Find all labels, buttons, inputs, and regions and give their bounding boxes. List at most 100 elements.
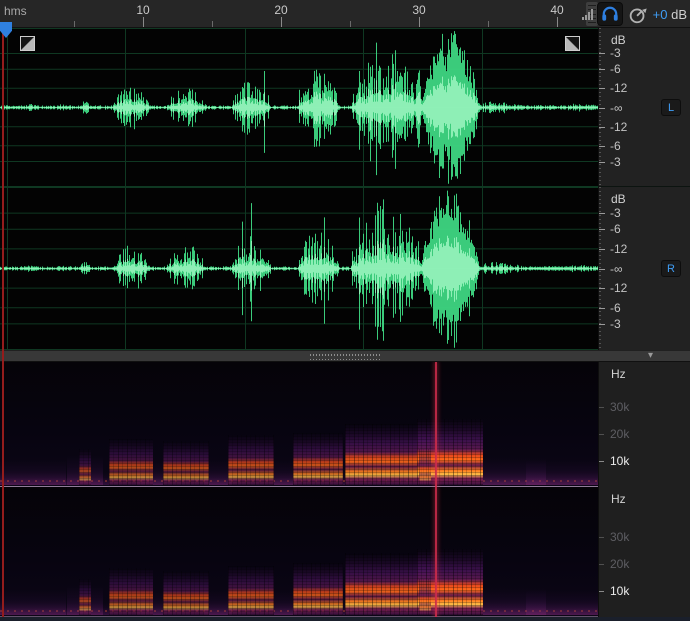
db-scale-tick bbox=[599, 324, 605, 325]
ruler-minor-tick bbox=[74, 21, 75, 27]
hz-scale-tick bbox=[599, 537, 604, 538]
spectrogram-noise-column bbox=[0, 590, 66, 615]
ruler-minor-tick bbox=[488, 21, 489, 27]
spectrogram-burst-column bbox=[109, 439, 153, 485]
hz-scale-label: 10k bbox=[610, 584, 629, 598]
spectrogram-noise-column bbox=[526, 460, 598, 485]
spectrogram-burst-column bbox=[163, 571, 209, 615]
hz-scale-label: 10k bbox=[610, 454, 629, 468]
db-scale-unit: dB bbox=[611, 33, 626, 47]
fade-in-handle[interactable] bbox=[20, 36, 35, 51]
db-scale-label: -∞ bbox=[610, 262, 623, 276]
channel-badge-right[interactable]: R bbox=[661, 260, 681, 277]
db-scale-label: -3 bbox=[610, 155, 621, 169]
spectrogram-display-left[interactable] bbox=[0, 362, 598, 487]
hz-scale-label: 20k bbox=[610, 557, 629, 571]
db-scale-tick bbox=[599, 249, 605, 250]
db-scale-tick bbox=[599, 288, 605, 289]
spectrogram-noise-column bbox=[526, 590, 598, 615]
db-scale-right: dB -3-6-12-∞-12-6-3 R bbox=[598, 187, 690, 350]
db-scale-label: -∞ bbox=[610, 101, 623, 115]
spectrogram-display-right[interactable] bbox=[0, 487, 598, 617]
spectrogram-burst-column bbox=[109, 568, 153, 615]
db-scale-label: -6 bbox=[610, 222, 621, 236]
headphones-monitor-button[interactable] bbox=[597, 2, 623, 26]
ruler-tick-label: 40 bbox=[543, 3, 571, 17]
level-meter-icon bbox=[582, 8, 593, 20]
spectrogram-burst-column bbox=[228, 566, 274, 615]
playhead-line bbox=[2, 28, 4, 617]
spectrogram-panel-left: Hz 30k 20k 10k bbox=[0, 362, 690, 487]
timeline-ruler[interactable]: hms 10203040 +0 dB bbox=[0, 0, 690, 28]
spectrogram-burst-column bbox=[79, 579, 91, 615]
spectrogram-section: Hz 30k 20k 10k Hz 30k 20k 10k bbox=[0, 362, 690, 617]
spectrogram-burst-column bbox=[163, 441, 209, 485]
gain-value: +0 bbox=[653, 7, 668, 22]
hz-scale-unit: Hz bbox=[611, 367, 626, 381]
ruler-major-tick bbox=[281, 17, 282, 27]
spectrogram-burst-column bbox=[79, 449, 91, 485]
waveform-display-left[interactable] bbox=[0, 28, 598, 186]
db-scale-label: -12 bbox=[610, 281, 627, 295]
spectrogram-marker-line bbox=[435, 487, 437, 617]
hz-scale-label: 30k bbox=[610, 530, 629, 544]
ruler-tick-label: 20 bbox=[267, 3, 295, 17]
ruler-major-tick bbox=[557, 17, 558, 27]
hz-scale-tick bbox=[599, 564, 604, 565]
hz-scale-tick bbox=[599, 407, 604, 408]
db-scale-label: -6 bbox=[610, 62, 621, 76]
ruler-major-tick bbox=[419, 17, 420, 27]
gain-readout[interactable]: +0 dB bbox=[653, 7, 687, 22]
db-scale-tick bbox=[599, 127, 605, 128]
db-scale-tick bbox=[599, 69, 605, 70]
headphones-icon bbox=[599, 4, 621, 24]
waveform-display-right[interactable] bbox=[0, 187, 598, 350]
ruler-minor-tick bbox=[350, 21, 351, 27]
channel-left: dB -3 -6 -12 -∞ -12 -6 -3 L bbox=[0, 28, 690, 187]
db-scale-label: -12 bbox=[610, 242, 627, 256]
monitor-controls: +0 dB bbox=[582, 0, 687, 28]
hz-scale-left: Hz 30k 20k 10k bbox=[598, 362, 690, 487]
db-scale-label: -3 bbox=[610, 317, 621, 331]
hz-scale-right: Hz 30k 20k 10k bbox=[598, 487, 690, 617]
hz-scale-tick bbox=[599, 461, 604, 462]
db-scale-label: -6 bbox=[610, 139, 621, 153]
db-scale-tick bbox=[599, 53, 605, 54]
panel-splitter[interactable]: ▾ bbox=[0, 350, 690, 362]
db-scale-label: -12 bbox=[610, 81, 627, 95]
ruler-tick-label: 30 bbox=[405, 3, 433, 17]
db-scale-label: -6 bbox=[610, 301, 621, 315]
db-scale-label: -3 bbox=[610, 46, 621, 60]
collapse-arrow-icon[interactable]: ▾ bbox=[648, 350, 653, 361]
channel-badge-left[interactable]: L bbox=[661, 99, 681, 116]
spectrogram-panel-right: Hz 30k 20k 10k bbox=[0, 487, 690, 617]
spectrogram-burst-column bbox=[293, 433, 342, 485]
db-scale-unit: dB bbox=[611, 192, 626, 206]
splitter-grip-icon[interactable] bbox=[310, 354, 380, 360]
channel-right: dB -3-6-12-∞-12-6-3 R bbox=[0, 187, 690, 350]
db-scale-tick bbox=[599, 108, 605, 109]
db-scale-tick bbox=[599, 88, 605, 89]
gain-unit: dB bbox=[671, 7, 687, 22]
gain-knob-icon[interactable] bbox=[627, 2, 649, 26]
waveform-section: dB -3 -6 -12 -∞ -12 -6 -3 L dB -3 -6 -12 -∞ -12 -6 -… bbox=[0, 28, 690, 350]
spectrogram-marker-line bbox=[435, 362, 437, 487]
db-scale-tick bbox=[599, 162, 605, 163]
ruler-major-tick bbox=[143, 17, 144, 27]
fade-out-handle[interactable] bbox=[565, 36, 580, 51]
hz-scale-unit: Hz bbox=[611, 492, 626, 506]
db-scale-tick bbox=[599, 269, 605, 270]
bottom-edge-bar bbox=[0, 617, 690, 621]
ruler-tick-label: 10 bbox=[129, 3, 157, 17]
spectrogram-noise-column bbox=[0, 460, 66, 485]
db-scale-left: dB -3 -6 -12 -∞ -12 -6 -3 L bbox=[598, 28, 690, 186]
spectrogram-burst-column bbox=[228, 435, 274, 485]
hz-scale-label: 30k bbox=[610, 400, 629, 414]
db-scale-tick bbox=[599, 213, 605, 214]
spectrogram-burst-column bbox=[419, 449, 431, 485]
db-scale-label: -12 bbox=[610, 120, 627, 134]
db-scale-tick bbox=[599, 308, 605, 309]
hz-scale-label: 20k bbox=[610, 427, 629, 441]
spectrogram-burst-column bbox=[419, 579, 431, 615]
hz-scale-tick bbox=[599, 591, 604, 592]
